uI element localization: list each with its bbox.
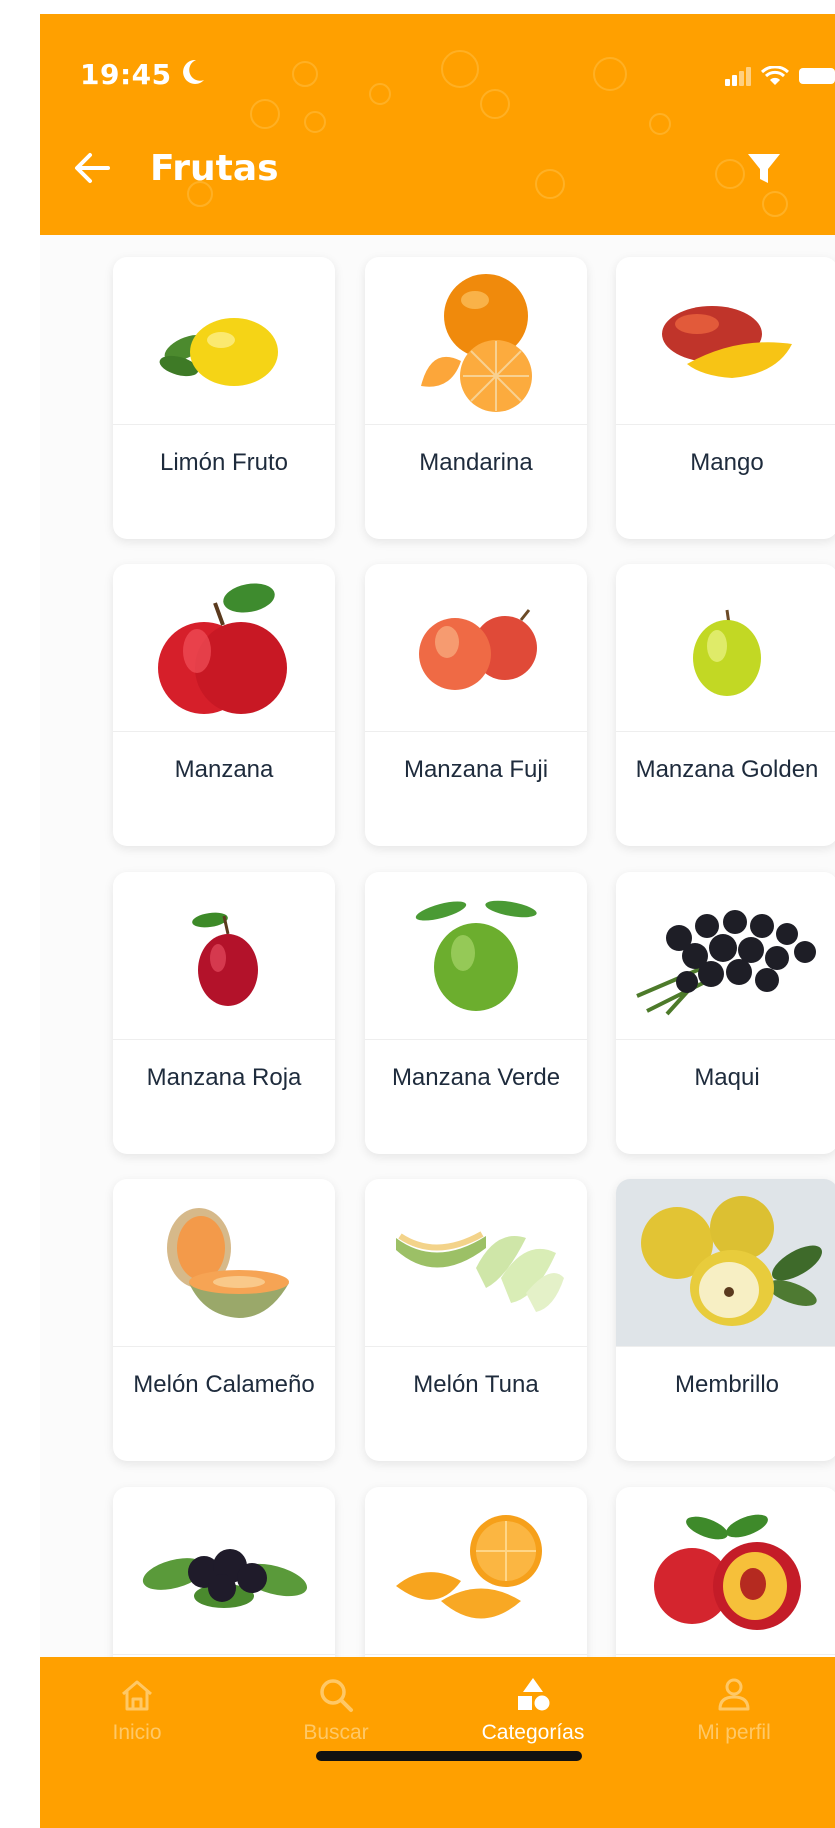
quince-image xyxy=(616,1179,835,1347)
product-card[interactable] xyxy=(616,1487,835,1657)
product-card[interactable] xyxy=(113,1487,335,1657)
back-arrow-icon[interactable] xyxy=(72,150,112,186)
product-card[interactable]: Manzana Fuji xyxy=(365,564,587,846)
categories-icon xyxy=(518,1678,550,1711)
product-card[interactable]: Mango xyxy=(616,257,835,539)
product-name: Manzana xyxy=(174,756,274,783)
battery-icon xyxy=(799,68,835,84)
blackberries-image xyxy=(113,1487,335,1655)
bottom-tab-bar: Inicio Buscar Categorías Mi perfil xyxy=(40,1657,835,1828)
search-icon xyxy=(320,1679,353,1712)
cantaloupe-image xyxy=(113,1179,335,1347)
nectarine-image xyxy=(616,1487,835,1655)
product-card[interactable]: Melón Calameño xyxy=(113,1179,335,1461)
tab-label: Categorías xyxy=(481,1721,585,1744)
app-header: 19:45 Frutas xyxy=(40,14,835,235)
signal-icon xyxy=(725,67,751,86)
product-name: Mango xyxy=(690,449,764,476)
filter-icon[interactable] xyxy=(744,148,784,188)
product-card[interactable]: Manzana Verde xyxy=(365,872,587,1154)
page-title: Frutas xyxy=(150,148,279,189)
golden-apple-image xyxy=(616,564,835,732)
fuji-apples-image xyxy=(365,564,587,732)
product-card[interactable]: Maqui xyxy=(616,872,835,1154)
mandarin-image xyxy=(365,257,587,425)
home-indicator[interactable] xyxy=(316,1751,582,1761)
product-card[interactable]: Manzana Roja xyxy=(113,872,335,1154)
lemon-image xyxy=(113,257,335,425)
product-name: Mandarina xyxy=(419,449,533,476)
product-name: Membrillo xyxy=(674,1371,779,1398)
product-card[interactable]: Membrillo xyxy=(616,1179,835,1461)
mango-image xyxy=(616,257,835,425)
product-card[interactable] xyxy=(365,1487,587,1657)
status-time: 19:45 xyxy=(80,58,172,91)
tab-mi-perfil[interactable]: Mi perfil xyxy=(664,1675,804,1765)
profile-icon xyxy=(718,1678,750,1711)
product-card[interactable]: Limón Fruto xyxy=(113,257,335,539)
product-name: Manzana Golden xyxy=(635,756,819,783)
product-card[interactable]: Melón Tuna xyxy=(365,1179,587,1461)
header-pattern xyxy=(187,50,788,217)
honeydew-slices-image xyxy=(365,1179,587,1347)
product-name: Manzana Roja xyxy=(146,1064,302,1091)
do-not-disturb-moon-icon xyxy=(183,59,204,84)
product-card[interactable]: Mandarina xyxy=(365,257,587,539)
tab-inicio[interactable]: Inicio xyxy=(67,1675,207,1765)
product-card[interactable]: Manzana xyxy=(113,564,335,846)
small-red-apple-image xyxy=(113,872,335,1040)
tab-label: Mi perfil xyxy=(697,1721,771,1744)
tab-label: Inicio xyxy=(112,1721,162,1744)
red-apple-image xyxy=(113,564,335,732)
status-indicators xyxy=(725,64,835,88)
product-name: Manzana Fuji xyxy=(403,756,549,783)
tab-label: Buscar xyxy=(303,1721,369,1744)
product-name: Limón Fruto xyxy=(159,449,289,476)
orange-slices-image xyxy=(365,1487,587,1655)
home-icon xyxy=(122,1680,152,1711)
product-grid: Limón Fruto Mandarina Mango Manzana Manz… xyxy=(40,235,835,1657)
app-screen: 19:45 Frutas Limón Fruto Mandarina Mango… xyxy=(40,14,835,1828)
product-name: Melón Tuna xyxy=(413,1371,539,1398)
maqui-berries-image xyxy=(616,872,835,1040)
product-name: Manzana Verde xyxy=(391,1064,561,1091)
green-apple-image xyxy=(365,872,587,1040)
wifi-icon xyxy=(761,66,789,85)
product-name: Maqui xyxy=(694,1064,760,1091)
product-name: Melón Calameño xyxy=(133,1371,315,1398)
product-card[interactable]: Manzana Golden xyxy=(616,564,835,846)
